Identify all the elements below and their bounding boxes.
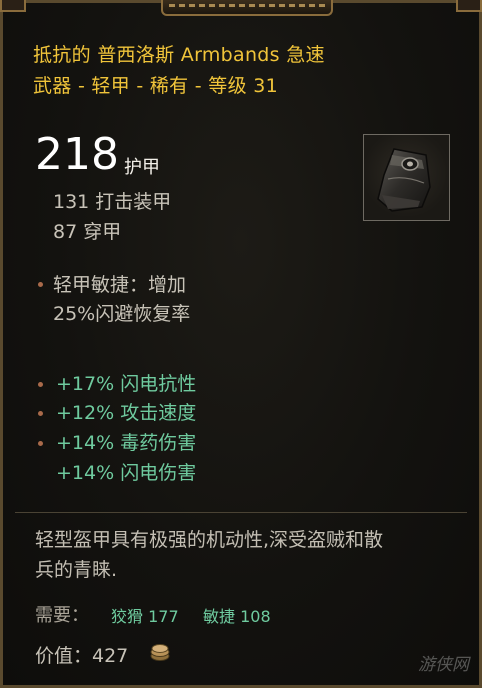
gold-coin-icon (150, 644, 170, 661)
affix-lightning-damage: +14% 闪电伤害 (56, 462, 197, 484)
affix-bullet (38, 411, 43, 416)
armor-value: 218 (35, 129, 119, 180)
item-tooltip: 抵抗的 普西洛斯 Armbands 急速 武器 - 轻甲 - 稀有 - 等级 3… (0, 0, 482, 688)
armband-icon (377, 148, 431, 212)
passive-text-line2: 25%闪避恢复率 (53, 303, 191, 325)
affix-lightning-resistance: +17% 闪电抗性 (56, 373, 197, 395)
price-label: 价值：427 (35, 645, 129, 667)
item-type-line: 武器 - 轻甲 - 稀有 - 等级 31 (33, 75, 279, 97)
affix-bullet (38, 382, 43, 387)
armor-label: 护甲 (124, 157, 160, 178)
affix-poison-damage: +14% 毒药伤害 (56, 432, 197, 454)
watermark: 游侠网 (418, 655, 469, 675)
requirement-cunning: 狡猾 177 (111, 607, 179, 626)
requirements-label: 需要： (35, 605, 89, 626)
affix-bullet (38, 441, 43, 446)
sub-stat-pierce-armor: 87 穿甲 (53, 221, 122, 243)
item-image-frame (363, 134, 450, 221)
corner-ornament-right (456, 0, 482, 12)
flavor-text-line1: 轻型盔甲具有极强的机动性,深受盗贼和散 (35, 529, 384, 551)
top-ornament (161, 0, 333, 16)
flavor-text-line2: 兵的青睐. (35, 559, 118, 581)
passive-text-line1: 轻甲敏捷：增加 (53, 274, 187, 296)
corner-ornament-left (0, 0, 26, 12)
affix-attack-speed: +12% 攻击速度 (56, 402, 197, 424)
passive-bullet (38, 282, 43, 287)
requirement-dexterity: 敏捷 108 (203, 607, 271, 626)
item-name: 抵抗的 普西洛斯 Armbands 急速 (33, 44, 325, 66)
sub-stat-strike-armor: 131 打击装甲 (53, 191, 172, 213)
section-divider (15, 512, 467, 513)
